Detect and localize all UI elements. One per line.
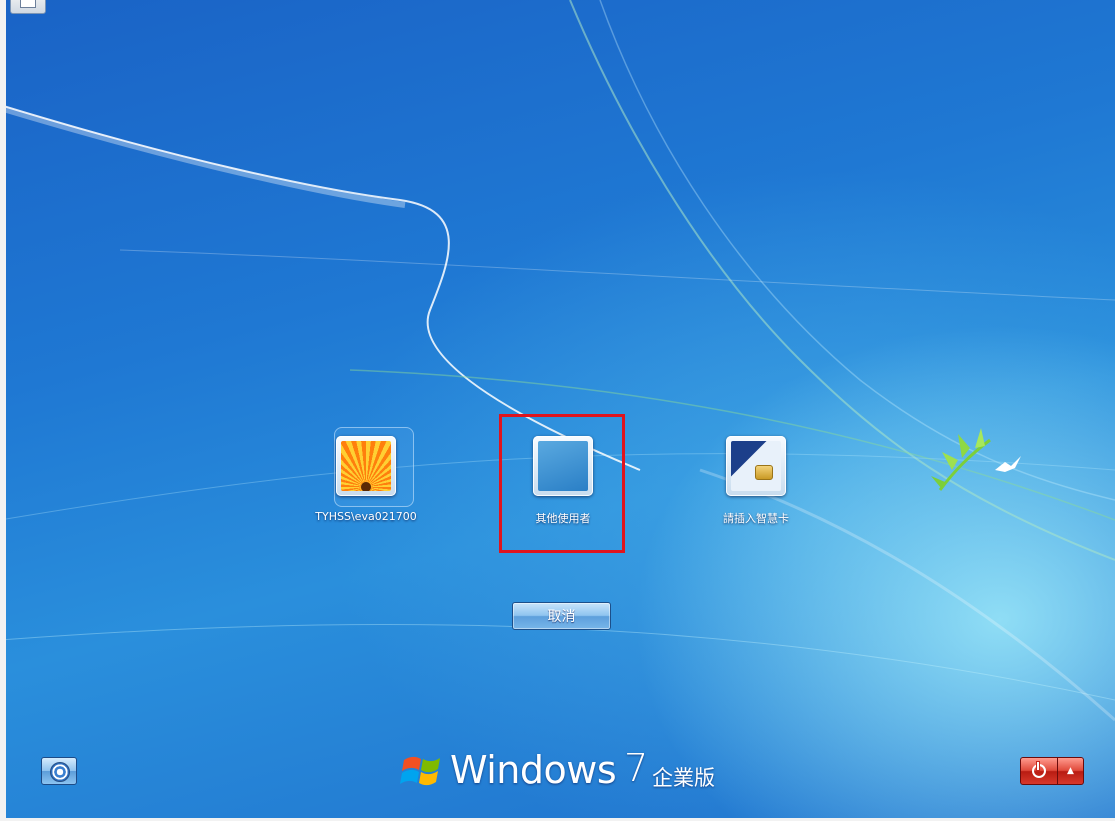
cancel-button[interactable]: 取消: [512, 602, 611, 630]
shutdown-button[interactable]: [1020, 757, 1058, 785]
user-tile-eva021700[interactable]: TYHSS\eva021700: [291, 427, 441, 523]
shutdown-options-button[interactable]: ▲: [1058, 757, 1084, 785]
smart-card-chip-icon: [755, 465, 773, 480]
user-picture-frame: [336, 436, 396, 496]
highlight-box: [499, 414, 625, 553]
chevron-up-icon: ▲: [1067, 766, 1074, 776]
logon-screen-background: TYHSS\eva021700 其他使用者 請插入智慧卡 取消 ▲ Window…: [0, 0, 1115, 821]
brand-edition-label: 企業版: [652, 766, 715, 790]
brand-version-number: 7: [624, 746, 649, 790]
wallpaper-swirls: [0, 0, 1115, 722]
keyboard-layout-indicator[interactable]: [10, 0, 46, 14]
ease-of-access-button[interactable]: [41, 757, 77, 785]
brand-product-name: Windows: [450, 748, 617, 792]
orange-flower-picture: [341, 441, 391, 491]
smart-card-tile[interactable]: 請插入智慧卡: [681, 436, 831, 526]
user-tile-label: TYHSS\eva021700: [315, 510, 417, 523]
smart-card-picture-frame: [726, 436, 786, 496]
windows-flag-icon: [400, 756, 440, 786]
smart-card-label: 請插入智慧卡: [723, 512, 789, 525]
power-icon: [1032, 762, 1046, 778]
windows-branding: Windows 7 企業版: [400, 746, 740, 794]
power-button-group: ▲: [1020, 757, 1084, 785]
window-frame-left: [0, 0, 6, 821]
ease-of-access-icon: [50, 762, 70, 782]
smart-card-picture: [731, 441, 781, 491]
